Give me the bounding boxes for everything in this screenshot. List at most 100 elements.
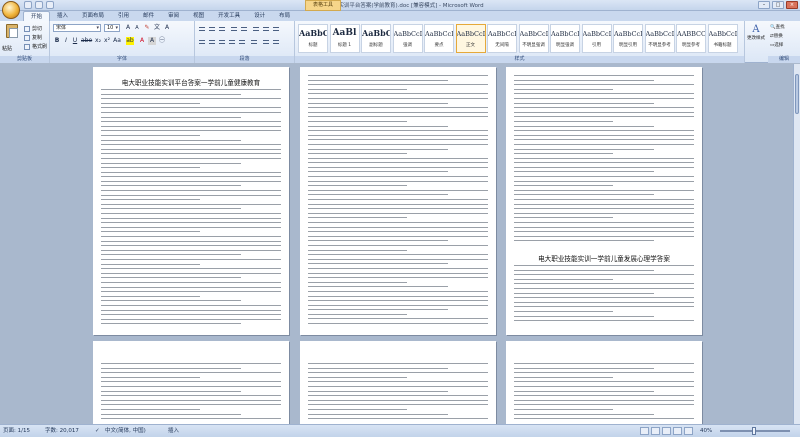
page-text-lines (514, 363, 694, 423)
tab-9[interactable]: 布局 (272, 11, 297, 21)
chinese-layout-icon[interactable] (252, 25, 260, 32)
style-tile[interactable]: AaBbCcDc 不明显参考 (644, 24, 675, 53)
draft-icon[interactable] (684, 427, 693, 435)
justify-icon[interactable] (228, 38, 236, 45)
full-screen-icon[interactable] (651, 427, 660, 435)
style-tile[interactable]: AaBbCcDc 无间隔 (487, 24, 517, 53)
line-spacing-icon[interactable] (250, 38, 258, 45)
style-tile[interactable]: AaBbCcD 书籍标题 (707, 24, 738, 53)
zoom-slider-thumb[interactable] (752, 427, 756, 435)
numbering-icon[interactable] (208, 25, 216, 32)
style-tile[interactable]: AaBl 标题 1 (329, 24, 360, 53)
borders-icon[interactable] (272, 38, 280, 45)
style-tile[interactable]: AaBbC 副标题 (361, 24, 391, 53)
web-layout-icon[interactable] (662, 427, 671, 435)
text-line (308, 222, 488, 223)
document-page[interactable] (506, 341, 702, 424)
highlight-icon[interactable]: ab (126, 37, 134, 45)
shading-icon[interactable] (262, 38, 270, 45)
tab-5[interactable]: 审阅 (161, 11, 186, 21)
text-line (101, 180, 281, 182)
clear-format-icon[interactable]: ✎ (143, 24, 151, 32)
align-center-icon[interactable] (208, 38, 216, 45)
style-tile[interactable]: AaBbCcDc 正文 (455, 24, 486, 53)
style-tile[interactable]: AaBbC 标题 (298, 24, 328, 53)
document-page[interactable] (300, 341, 496, 424)
font-color-icon[interactable]: A (138, 37, 146, 45)
insert-mode[interactable]: 插入 (168, 425, 179, 437)
tab-0[interactable]: 开始 (23, 11, 51, 21)
word-count[interactable]: 字数: 20,017 (45, 425, 79, 437)
zoom-level[interactable]: 40% (700, 425, 712, 437)
document-area[interactable]: 电大职业技能实训平台答案一学前儿童健康教育 电大职业技能实训一学前儿童发展心理学… (0, 64, 793, 424)
shrink-font-icon[interactable]: A (133, 24, 141, 32)
tab-6[interactable]: 视图 (186, 11, 211, 21)
select-button[interactable]: ▭选择 (770, 42, 783, 48)
print-layout-icon[interactable] (640, 427, 649, 435)
cut-button[interactable]: 剪切 (24, 25, 42, 32)
tab-4[interactable]: 邮件 (136, 11, 161, 21)
font-name-select[interactable]: 宋体 (53, 24, 101, 32)
minimize-button[interactable]: – (758, 1, 770, 9)
format-painter-button[interactable]: 格式刷 (24, 43, 47, 50)
align-left-icon[interactable] (198, 38, 206, 45)
pinyin-icon[interactable]: 文 (153, 24, 161, 32)
copy-button[interactable]: 复制 (24, 34, 42, 41)
style-tile[interactable]: AABBCCDI 明显参考 (676, 24, 706, 53)
style-tile[interactable]: AaBbCcDc 明显引用 (613, 24, 643, 53)
office-button[interactable] (2, 1, 20, 19)
paste-button[interactable] (3, 24, 21, 46)
tab-3[interactable]: 引用 (111, 11, 136, 21)
style-tile[interactable]: AaBbCcD 要点 (424, 24, 454, 53)
text-line (308, 390, 449, 392)
tab-7[interactable]: 开发工具 (211, 11, 247, 21)
style-tile[interactable]: AaBbCcDc 不明显强调 (518, 24, 549, 53)
bullets-icon[interactable] (198, 25, 206, 32)
increase-indent-icon[interactable] (240, 25, 248, 32)
vertical-scrollbar[interactable] (793, 64, 800, 424)
strikethrough-icon[interactable]: abe (81, 37, 92, 45)
bold-icon[interactable]: B (53, 37, 61, 45)
page-counter[interactable]: 页面: 1/15 (3, 425, 30, 437)
style-tile[interactable]: AaBbCcDc 引用 (581, 24, 612, 53)
show-marks-icon[interactable] (272, 25, 280, 32)
char-shading-icon[interactable]: A (148, 37, 156, 45)
language-indicator[interactable]: 中文(简体, 中国) (105, 425, 146, 437)
change-styles-button[interactable]: A 更改样式 (745, 24, 767, 41)
sort-icon[interactable] (262, 25, 270, 32)
subscript-icon[interactable]: x₂ (94, 37, 102, 45)
style-tile[interactable]: AaBbCcDc 明显强调 (550, 24, 580, 53)
underline-icon[interactable]: U (71, 37, 79, 45)
distributed-icon[interactable] (238, 38, 246, 45)
multilevel-list-icon[interactable] (218, 25, 226, 32)
find-button[interactable]: 🔍查找 (770, 24, 785, 30)
maximize-button[interactable]: □ (772, 1, 784, 9)
close-button[interactable]: × (786, 1, 798, 9)
align-right-icon[interactable] (218, 38, 226, 45)
char-border-icon[interactable]: A (163, 24, 171, 32)
replace-button[interactable]: ⇄替换 (770, 33, 783, 39)
document-page[interactable] (93, 341, 289, 424)
text-line (514, 315, 655, 317)
decrease-indent-icon[interactable] (230, 25, 238, 32)
tab-2[interactable]: 页面布局 (75, 11, 111, 21)
text-line (308, 212, 488, 214)
document-page[interactable]: 电大职业技能实训一学前儿童发展心理学答案 (506, 67, 702, 335)
document-page[interactable]: 电大职业技能实训平台答案一学前儿童健康教育 (93, 67, 289, 335)
text-line (308, 180, 488, 182)
outline-icon[interactable] (673, 427, 682, 435)
font-size-select[interactable]: 10 (104, 24, 120, 32)
tab-8[interactable]: 设计 (247, 11, 272, 21)
italic-icon[interactable]: I (62, 37, 70, 45)
enclose-char-icon[interactable]: ㊀ (158, 37, 166, 45)
document-page[interactable] (300, 67, 496, 335)
grow-font-icon[interactable]: A (124, 24, 132, 32)
text-line (308, 171, 449, 173)
style-tile[interactable]: AaBbCcDc 强调 (392, 24, 423, 53)
proofing-icon[interactable]: ✓ (95, 425, 100, 437)
change-case-icon[interactable]: Aa (113, 37, 121, 45)
text-line (514, 162, 694, 164)
tab-1[interactable]: 插入 (50, 11, 75, 21)
superscript-icon[interactable]: x² (103, 37, 111, 45)
scrollbar-thumb[interactable] (795, 74, 799, 114)
